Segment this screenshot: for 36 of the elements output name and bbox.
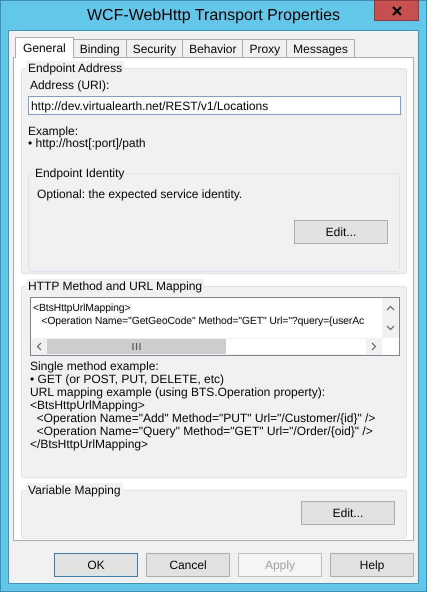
note-text: • GET (or POST, PUT, DELETE, etc) [30, 373, 226, 386]
tab[interactable]: Binding [72, 39, 127, 57]
group-title: Endpoint Identity [33, 166, 126, 181]
note-text: URL mapping example (using BTS.Operation property): [30, 386, 326, 399]
group-title: Endpoint Address [26, 61, 124, 76]
note-text: </BtsHttpUrlMapping> [30, 438, 148, 451]
tab[interactable]: General [15, 37, 74, 58]
note-text: <BtsHttpUrlMapping> [30, 399, 145, 412]
example-text: • http://host[:port]/path [28, 137, 147, 149]
note-text: <Operation Name="Add" Method="PUT" Url="/Customer/{id}" /> [36, 412, 376, 425]
dialog-button[interactable]: Help [330, 553, 414, 577]
field-label: Address (URI): [30, 79, 110, 91]
note-text: Single method example: [30, 360, 160, 373]
dialog-button[interactable]: OK [54, 553, 138, 577]
code-line: <Operation Name="GetGeoCode" Method="GET" Url="?query={userAc [40, 315, 366, 328]
tab[interactable]: Proxy [242, 39, 288, 57]
note-text: <Operation Name="Query" Method="GET" Url="/Order/{oid}" /> [36, 425, 374, 438]
dialog-button[interactable]: Cancel [146, 553, 230, 577]
window-title: WCF-WebHttp Transport Properties [86, 6, 340, 24]
mapping-editor[interactable]: <BtsHttpUrlMapping> <Operation Name="GetGeoCode" Method="GET" Url="?query={userAc [30, 297, 400, 356]
close-button[interactable] [374, 0, 419, 21]
address-field[interactable]: http://dev.virtualearth.net/REST/v1/Locations [28, 96, 401, 115]
scroll-thumb[interactable] [47, 339, 226, 354]
grip-icon [132, 343, 141, 350]
edit-button[interactable]: Edit... [294, 220, 388, 244]
vertical-scrollbar[interactable] [382, 298, 399, 338]
tab[interactable]: Messages [286, 39, 355, 57]
edit-button[interactable]: Edit... [301, 501, 395, 525]
tab[interactable]: Security [126, 39, 184, 57]
description-text: Optional: the expected service identity. [37, 188, 244, 200]
code-line: <BtsHttpUrlMapping> [33, 302, 132, 315]
horizontal-scrollbar[interactable] [31, 338, 382, 355]
group-title: Variable Mapping [26, 483, 123, 498]
close-icon [392, 6, 402, 16]
example-label: Example: [28, 125, 80, 137]
group-title: HTTP Method and URL Mapping [26, 279, 204, 294]
